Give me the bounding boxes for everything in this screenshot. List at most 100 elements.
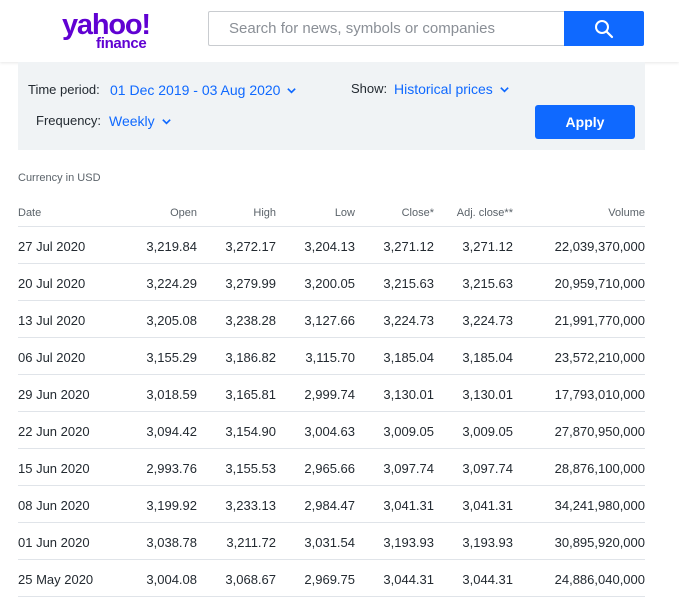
- cell-low: 3,200.05: [304, 276, 355, 291]
- cell-close: 3,097.74: [383, 461, 434, 476]
- cell-adj-close: 3,185.04: [462, 350, 513, 365]
- cell-date: 08 Jun 2020: [18, 498, 90, 513]
- cell-volume: 22,039,370,000: [554, 239, 645, 254]
- table-row: 01 Jun 2020 3,038.78 3,211.72 3,031.54 3,193…: [18, 523, 645, 560]
- cell-volume: 27,870,950,000: [554, 424, 645, 439]
- cell-high: 3,238.28: [225, 313, 276, 328]
- cell-open: 3,018.59: [146, 387, 197, 402]
- table-header: Date Open High Low Close* Adj. close** V…: [18, 200, 645, 227]
- cell-open: 2,993.76: [146, 461, 197, 476]
- cell-high: 3,272.17: [225, 239, 276, 254]
- table-row: 25 May 2020 3,004.08 3,068.67 2,969.75 3,044…: [18, 560, 645, 597]
- table-row: 20 Jul 2020 3,224.29 3,279.99 3,200.05 3,215…: [18, 264, 645, 301]
- time-period-label: Time period:: [28, 82, 100, 97]
- chevron-down-icon: [500, 86, 509, 93]
- apply-button[interactable]: Apply: [535, 105, 635, 139]
- time-period-value: 01 Dec 2019 - 03 Aug 2020: [110, 82, 281, 98]
- table-row: 22 Jun 2020 3,094.42 3,154.90 3,004.63 3,009…: [18, 412, 645, 449]
- search-button[interactable]: [564, 11, 644, 46]
- cell-date: 25 May 2020: [18, 572, 94, 587]
- cell-volume: 17,793,010,000: [554, 387, 645, 402]
- cell-open: 3,038.78: [146, 535, 197, 550]
- show-dropdown[interactable]: Historical prices: [394, 81, 510, 97]
- cell-low: 2,984.47: [304, 498, 355, 513]
- cell-low: 3,004.63: [304, 424, 355, 439]
- show-label: Show:: [351, 81, 388, 96]
- cell-volume: 21,991,770,000: [554, 313, 645, 328]
- cell-high: 3,279.99: [225, 276, 276, 291]
- cell-volume: 24,886,040,000: [554, 572, 645, 587]
- table-row: 27 Jul 2020 3,219.84 3,272.17 3,204.13 3,271…: [18, 227, 645, 264]
- cell-high: 3,186.82: [225, 350, 276, 365]
- cell-low: 2,969.75: [304, 572, 355, 587]
- frequency-label: Frequency:: [36, 113, 102, 128]
- cell-open: 3,155.29: [146, 350, 197, 365]
- cell-adj-close: 3,097.74: [462, 461, 513, 476]
- cell-volume: 28,876,100,000: [554, 461, 645, 476]
- cell-low: 3,204.13: [304, 239, 355, 254]
- header-close: Close*: [401, 207, 434, 219]
- header-volume: Volume: [608, 207, 645, 219]
- cell-open: 3,219.84: [146, 239, 197, 254]
- cell-low: 2,999.74: [304, 387, 355, 402]
- table-row: 06 Jul 2020 3,155.29 3,186.82 3,115.70 3,185…: [18, 338, 645, 375]
- cell-close: 3,044.31: [383, 572, 434, 587]
- cell-adj-close: 3,193.93: [462, 535, 513, 550]
- cell-close: 3,215.63: [383, 276, 434, 291]
- search-box: [208, 11, 564, 46]
- yahoo-finance-logo[interactable]: yahoo! finance: [62, 8, 162, 52]
- cell-close: 3,193.93: [383, 535, 434, 550]
- cell-date: 01 Jun 2020: [18, 535, 90, 550]
- cell-low: 3,031.54: [304, 535, 355, 550]
- search-input[interactable]: [209, 12, 564, 45]
- search-icon: [595, 19, 614, 38]
- cell-low: 3,115.70: [305, 350, 355, 365]
- cell-high: 3,154.90: [225, 424, 276, 439]
- table-row: 29 Jun 2020 3,018.59 3,165.81 2,999.74 3,130…: [18, 375, 645, 412]
- header-low: Low: [334, 207, 355, 219]
- table-row: 13 Jul 2020 3,205.08 3,238.28 3,127.66 3,224…: [18, 301, 645, 338]
- header-high: High: [253, 207, 276, 219]
- chevron-down-icon: [287, 87, 297, 94]
- cell-open: 3,094.42: [146, 424, 197, 439]
- cell-adj-close: 3,044.31: [462, 572, 513, 587]
- cell-adj-close: 3,224.73: [462, 313, 513, 328]
- table-row: 15 Jun 2020 2,993.76 3,155.53 2,965.66 3,097…: [18, 449, 645, 486]
- cell-adj-close: 3,271.12: [462, 239, 513, 254]
- cell-close: 3,224.73: [383, 313, 434, 328]
- historical-controls: Time period: 01 Dec 2019 - 03 Aug 2020 S…: [18, 62, 645, 150]
- cell-volume: 20,959,710,000: [554, 276, 645, 291]
- cell-date: 22 Jun 2020: [18, 424, 90, 439]
- cell-high: 3,068.67: [225, 572, 276, 587]
- cell-date: 27 Jul 2020: [18, 239, 86, 254]
- frequency-value: Weekly: [109, 113, 155, 129]
- cell-volume: 23,572,210,000: [554, 350, 645, 365]
- cell-adj-close: 3,041.31: [462, 498, 513, 513]
- cell-date: 29 Jun 2020: [18, 387, 90, 402]
- cell-adj-close: 3,130.01: [462, 387, 513, 402]
- time-period-dropdown[interactable]: 01 Dec 2019 - 03 Aug 2020: [110, 82, 297, 98]
- cell-high: 3,211.72: [226, 535, 276, 550]
- table-body: 27 Jul 2020 3,219.84 3,272.17 3,204.13 3,271…: [18, 227, 645, 597]
- cell-open: 3,224.29: [146, 276, 197, 291]
- cell-high: 3,233.13: [225, 498, 276, 513]
- cell-adj-close: 3,009.05: [462, 424, 513, 439]
- cell-close: 3,009.05: [383, 424, 434, 439]
- header-adj-close: Adj. close**: [456, 207, 513, 219]
- logo-subtext: finance: [96, 35, 147, 52]
- frequency-dropdown[interactable]: Weekly: [109, 113, 172, 129]
- cell-adj-close: 3,215.63: [462, 276, 513, 291]
- show-value: Historical prices: [394, 81, 493, 97]
- currency-note: Currency in USD: [18, 172, 101, 184]
- cell-close: 3,041.31: [383, 498, 434, 513]
- chevron-down-icon: [161, 118, 171, 125]
- historical-prices-table: Date Open High Low Close* Adj. close** V…: [18, 200, 645, 597]
- header-open: Open: [170, 207, 197, 219]
- cell-date: 06 Jul 2020: [18, 350, 86, 365]
- table-row: 08 Jun 2020 3,199.92 3,233.13 2,984.47 3,041…: [18, 486, 645, 523]
- cell-low: 3,127.66: [304, 313, 355, 328]
- cell-open: 3,199.92: [146, 498, 197, 513]
- cell-close: 3,271.12: [383, 239, 434, 254]
- cell-low: 2,965.66: [304, 461, 355, 476]
- cell-date: 15 Jun 2020: [18, 461, 90, 476]
